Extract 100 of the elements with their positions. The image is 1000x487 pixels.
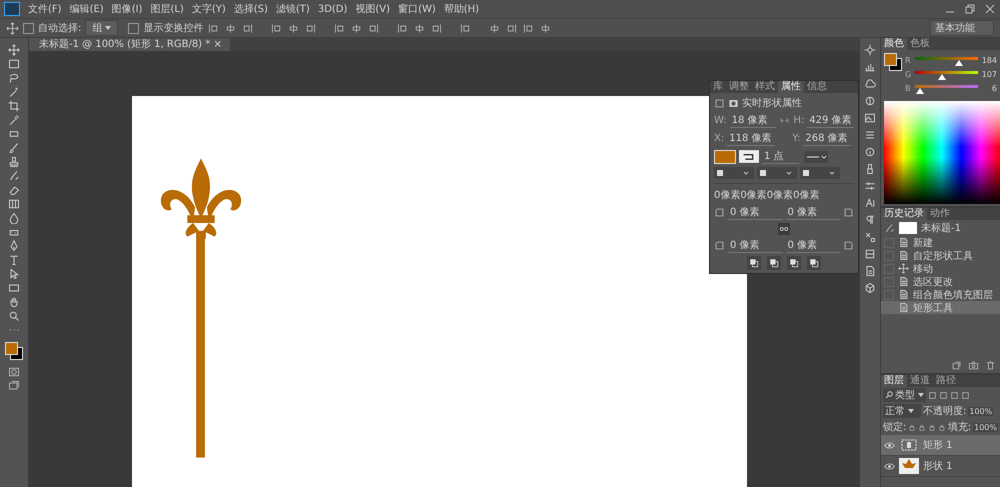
panel-tab[interactable]: 路径 [933,375,959,387]
panel-tab[interactable]: 库 [710,81,726,93]
corner-radius-field[interactable]: 0 像素 [728,238,782,253]
corner-radius-field[interactable]: 0 像素 [786,238,840,253]
panel-tab[interactable]: 调整 [726,81,752,93]
magic-wand-icon[interactable] [8,86,20,98]
select-target-dropdown[interactable]: 组 [85,20,118,36]
history-brush-icon[interactable] [8,170,20,182]
zoom-icon[interactable] [8,310,20,322]
dimension-field[interactable]: 118 像素 [727,131,776,146]
brush-icon[interactable] [8,142,20,154]
link-icon[interactable] [778,223,790,235]
slider-thumb[interactable] [954,60,963,66]
line-join-icon[interactable] [800,167,840,179]
stroke-swatch[interactable] [739,150,759,163]
fill-swatch[interactable] [714,150,736,164]
gear-icon[interactable] [864,44,876,56]
panel-tab[interactable]: 样式 [752,81,778,93]
history-brush-icon[interactable] [884,222,895,234]
screen-mode-icon[interactable] [8,380,20,392]
panel-tab[interactable]: 通道 [907,375,933,387]
document-tab[interactable]: 未标题-1 @ 100% (矩形 1, RGB/8) * × [29,38,230,51]
align-icon[interactable] [241,22,254,34]
channel-value[interactable]: 184 [981,56,997,64]
menu-item[interactable]: 编辑(E) [70,2,104,16]
slider-thumb[interactable] [938,74,946,80]
panel-tab[interactable]: 动作 [927,208,953,220]
blend-mode-dropdown[interactable]: 正常 [883,404,921,418]
histogram-icon[interactable] [864,61,876,73]
history-item[interactable]: 移动 [881,262,1000,275]
menu-item[interactable]: 图像(I) [112,2,142,16]
color-swatches[interactable] [884,53,902,71]
snapshot-thumbnail[interactable] [899,222,917,234]
filter-dropdown[interactable]: 类型 [883,388,926,402]
fill-field[interactable]: 100% [973,422,998,432]
menu-item[interactable]: 帮助(H) [444,2,480,16]
panel-tab[interactable]: 历史记录 [881,208,927,220]
lock-all-icon[interactable] [938,422,946,432]
lasso-icon[interactable] [8,72,20,84]
color-swatches[interactable] [5,342,23,360]
tab-close-icon[interactable]: × [213,39,222,50]
layer-row[interactable]: 矩形 1 [881,435,1000,456]
snapshot-name[interactable]: 未标题-1 [921,221,961,235]
history-item[interactable]: 自定形状工具 [881,249,1000,262]
move-icon[interactable] [6,22,19,34]
dimension-field[interactable]: 429 像素 [807,113,854,128]
table-icon[interactable] [864,248,876,260]
mask-icon[interactable] [728,98,739,108]
lock-position-icon[interactable] [928,422,936,432]
type-icon[interactable] [8,254,20,266]
restore-icon[interactable] [964,3,976,15]
rectangle-icon[interactable] [8,282,20,294]
stroke-align-icon[interactable] [714,167,754,179]
paragraph-icon[interactable] [864,214,876,226]
new-document-icon[interactable] [951,360,962,371]
menu-item[interactable]: 图层(L) [150,2,184,16]
eyedropper-icon[interactable] [8,114,20,126]
line-cap-icon[interactable] [757,167,797,179]
dimension-field[interactable]: 18 像素 [730,113,776,128]
color-spectrum[interactable] [884,101,1000,204]
panel-tab[interactable]: 色板 [907,38,933,50]
trash-icon[interactable] [985,360,996,371]
opacity-field[interactable]: 100% [968,406,994,416]
move-icon[interactable] [8,44,20,56]
eraser-icon[interactable] [8,184,20,196]
history-item[interactable]: 组合颜色填充图层 [881,288,1000,301]
gradient-icon[interactable] [8,198,20,210]
channel-value[interactable]: 6 [981,84,997,92]
layer-row[interactable]: 形状 1 [881,456,1000,477]
drop-icon[interactable] [8,212,20,224]
history-item[interactable]: 新建 [881,236,1000,249]
hand-icon[interactable] [8,296,20,308]
history-item[interactable]: 选区更改 [881,275,1000,288]
eye-icon[interactable] [884,460,895,472]
close-icon[interactable] [984,3,996,15]
combine-shapes-icon[interactable] [747,256,761,270]
menu-item[interactable]: 文件(F) [28,2,62,16]
info-icon[interactable] [864,146,876,158]
lock-transparency-icon[interactable] [908,422,916,432]
history-item[interactable]: 矩形工具 [881,301,1000,314]
stroke-width-field[interactable]: 1 点 [762,149,800,164]
document-icon[interactable] [864,265,876,277]
panel-tab[interactable]: 图层 [881,375,907,387]
align-icon[interactable] [367,22,380,34]
lock-pixels-icon[interactable] [918,422,926,432]
workspace-dropdown[interactable]: 基本功能 [930,20,994,36]
align-icon[interactable] [304,22,318,34]
quick-mask-icon[interactable] [8,366,20,378]
cube-icon[interactable] [864,282,876,294]
line-style-dropdown[interactable] [803,150,829,162]
channel-value[interactable]: 107 [981,70,997,78]
arrow-pointer-icon[interactable] [8,268,20,280]
menu-item[interactable]: 窗口(W) [398,2,436,16]
cloud-icon[interactable] [864,78,876,90]
transform-icon[interactable] [714,98,725,108]
checkbox[interactable] [23,22,34,34]
corner-radius-field[interactable]: 0 像素 [728,205,782,220]
pen-icon[interactable] [8,240,20,252]
marquee-icon[interactable] [8,58,20,70]
align-icon[interactable] [505,22,518,34]
